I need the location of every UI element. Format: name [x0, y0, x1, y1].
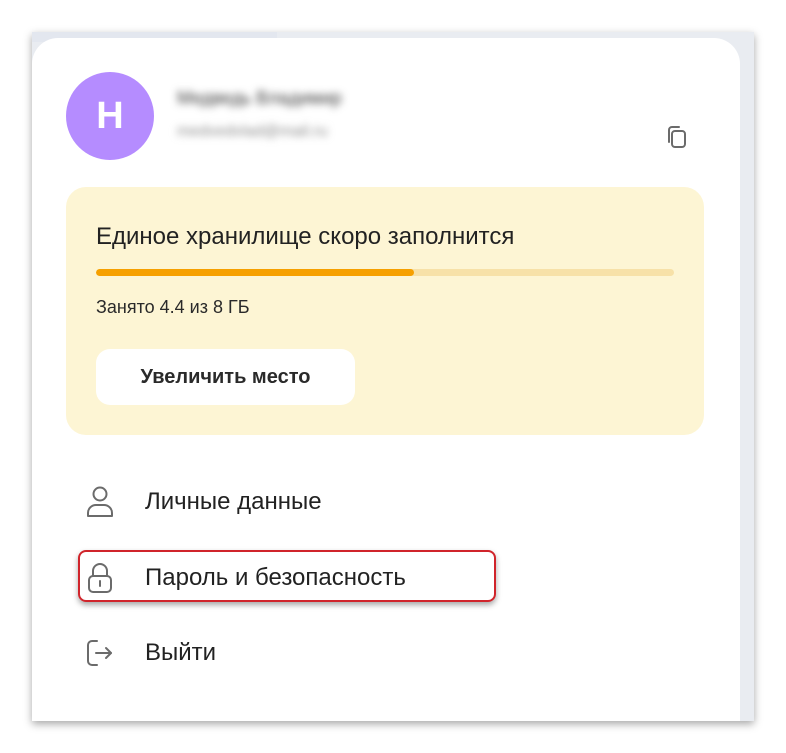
storage-progress-fill	[96, 269, 414, 276]
avatar[interactable]: Н	[66, 72, 154, 160]
logout-icon	[82, 635, 118, 671]
menu-item-password-security[interactable]: Пароль и безопасность	[82, 558, 502, 598]
lock-icon	[82, 560, 118, 596]
user-email: medvedvlad@mail.ru	[177, 123, 328, 140]
storage-used-text: Занято 4.4 из 8 ГБ	[96, 297, 250, 317]
avatar-letter: Н	[96, 94, 124, 137]
storage-card: Единое хранилище скоро заполнится Занято…	[66, 187, 704, 435]
account-panel: Н Медведь Владимир medvedvlad@mail.ru Ед…	[32, 38, 740, 721]
copy-icon	[668, 126, 686, 148]
user-name: Медведь Владимир	[177, 88, 342, 108]
user-icon	[82, 484, 118, 520]
menu-item-personal-data[interactable]: Личные данные	[82, 482, 502, 522]
menu-item-label: Пароль и безопасность	[145, 564, 406, 591]
menu-item-label: Личные данные	[145, 488, 322, 515]
menu-item-label: Выйти	[145, 639, 217, 666]
copy-button[interactable]	[662, 122, 692, 152]
increase-storage-button[interactable]: Увеличить место	[96, 349, 355, 405]
storage-title: Единое хранилище скоро заполнится	[96, 223, 515, 250]
menu-item-logout[interactable]: Выйти	[82, 633, 502, 673]
storage-progress-bar	[96, 269, 674, 276]
